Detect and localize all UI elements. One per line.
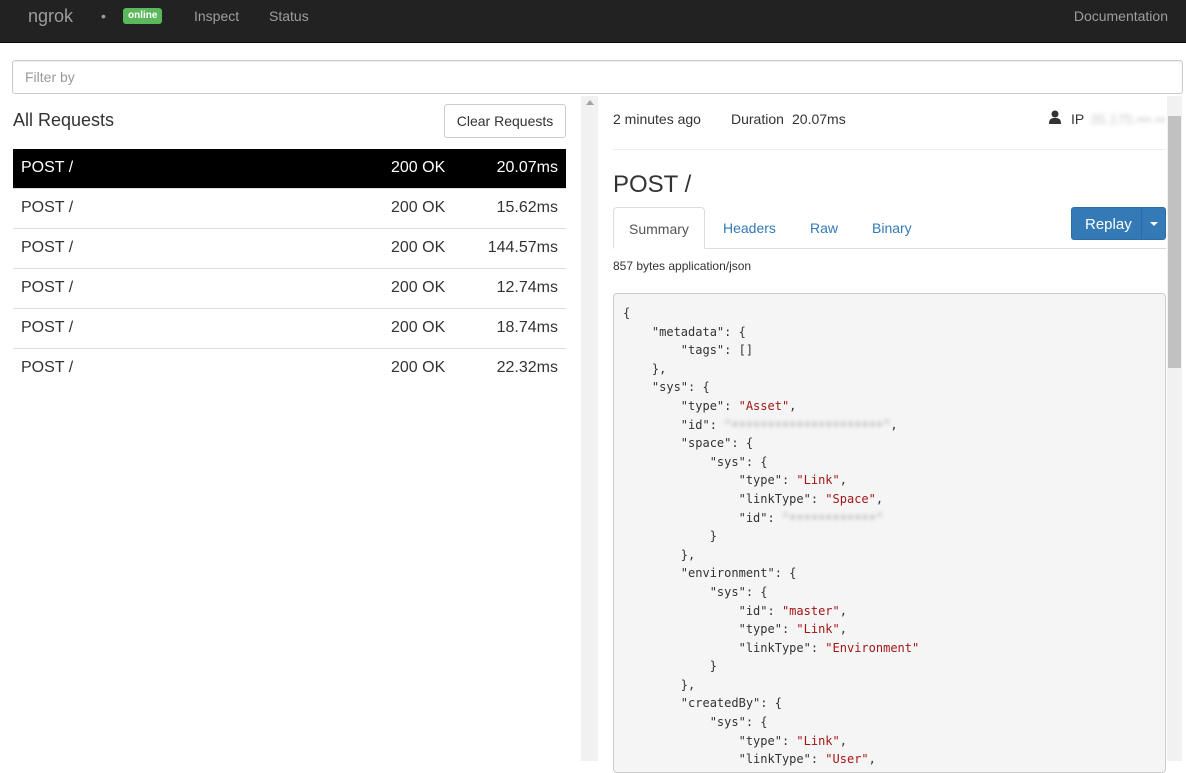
request-status: 200 OK <box>391 199 446 216</box>
replay-label: Replay <box>1085 216 1132 233</box>
request-title: POST / <box>613 171 692 198</box>
request-status: 200 OK <box>391 159 446 176</box>
filter-input[interactable] <box>12 60 1183 94</box>
ip-label: IP <box>1071 111 1085 127</box>
request-method: POST / <box>21 319 74 336</box>
json-line: "type": "Link", <box>623 622 847 637</box>
nav-link-inspect[interactable]: Inspect <box>194 8 239 24</box>
requests-table: POST / 200 OK 20.07ms POST / 200 OK 15.6… <box>13 149 566 388</box>
nav-link-documentation[interactable]: Documentation <box>1074 8 1168 24</box>
request-duration: 12.74ms <box>496 279 558 296</box>
json-line: "type": "Link", <box>623 733 847 748</box>
tab-binary[interactable]: Binary <box>857 207 927 249</box>
json-line: { <box>623 306 631 320</box>
body-summary: 857 bytes application/json <box>613 259 752 273</box>
json-line: }, <box>623 547 696 562</box>
all-requests-heading: All Requests <box>13 110 115 130</box>
request-method: POST / <box>21 239 74 256</box>
brand-logo[interactable]: ngrok <box>28 6 73 27</box>
request-status: 200 OK <box>391 239 446 256</box>
tab-raw[interactable]: Raw <box>795 207 853 249</box>
json-line: } <box>623 659 717 674</box>
nav-link-status[interactable]: Status <box>269 8 309 24</box>
request-duration: 18.74ms <box>496 319 558 336</box>
user-icon <box>1049 110 1061 124</box>
request-status: 200 OK <box>391 319 446 336</box>
json-line: "tags": [] <box>623 343 754 358</box>
json-line: "sys": { <box>623 584 768 599</box>
request-duration: 22.32ms <box>496 359 558 376</box>
right-panel-scrollbar[interactable] <box>1167 96 1182 761</box>
request-method: POST / <box>21 159 74 176</box>
left-panel-scrollbar[interactable] <box>581 96 598 761</box>
json-line: "sys": { <box>623 715 768 730</box>
caret-down-icon[interactable] <box>1150 222 1158 226</box>
json-line: "space": { <box>623 436 754 451</box>
nav-dot: • <box>101 8 106 24</box>
tab-headers[interactable]: Headers <box>708 207 791 249</box>
status-badge: online <box>123 8 163 24</box>
json-line: }, <box>623 677 696 692</box>
json-line: }, <box>623 361 667 376</box>
request-method: POST / <box>21 199 74 216</box>
json-line: } <box>623 529 717 544</box>
replay-separator <box>1141 208 1142 239</box>
request-method: POST / <box>21 359 74 376</box>
clear-requests-button[interactable]: Clear Requests <box>444 104 566 138</box>
json-line: "linkType": "Environment" <box>623 640 920 655</box>
table-row[interactable]: POST / 200 OK 20.07ms <box>13 149 566 188</box>
table-row[interactable]: POST / 200 OK 22.32ms <box>13 348 566 388</box>
request-method: POST / <box>21 279 74 296</box>
tab-summary[interactable]: Summary <box>613 207 705 249</box>
ip-value: 35.175.•••.••• <box>1090 111 1166 127</box>
json-line: "type": "Link", <box>623 473 847 488</box>
json-line: "linkType": "Space", <box>623 491 884 506</box>
json-line: "id": "••••••••••••" <box>623 510 884 525</box>
json-line: "id": "master", <box>623 603 847 618</box>
json-line: "sys": { <box>623 380 710 395</box>
json-line: "environment": { <box>623 566 797 581</box>
scroll-up-arrow-icon[interactable] <box>586 100 594 105</box>
json-line: "createdBy": { <box>623 696 782 711</box>
json-line: "id": "•••••••••••••••••••••", <box>623 417 898 432</box>
request-duration: 144.57ms <box>487 239 558 256</box>
json-body: { "metadata": { "tags": [] }, "sys": { "… <box>613 293 1166 773</box>
request-duration: 20.07ms <box>496 159 558 176</box>
request-time-ago: 2 minutes ago <box>613 111 701 127</box>
request-duration: 15.62ms <box>496 199 558 216</box>
table-row[interactable]: POST / 200 OK 15.62ms <box>13 188 566 228</box>
divider-line <box>613 149 1166 150</box>
table-row[interactable]: POST / 200 OK 18.74ms <box>13 308 566 348</box>
json-line: "metadata": { <box>623 324 746 339</box>
scrollbar-thumb[interactable] <box>1168 116 1181 368</box>
json-line: "linkType": "User", <box>623 752 876 767</box>
duration-value: 20.07ms <box>792 111 846 127</box>
table-row[interactable]: POST / 200 OK 12.74ms <box>13 268 566 308</box>
navbar: ngrok • online Inspect Status Documentat… <box>0 0 1186 43</box>
json-line: "type": "Asset", <box>623 398 797 413</box>
table-row[interactable]: POST / 200 OK 144.57ms <box>13 228 566 268</box>
request-status: 200 OK <box>391 279 446 296</box>
duration-label: Duration <box>731 111 784 127</box>
replay-button[interactable]: Replay <box>1071 207 1166 240</box>
json-line: "sys": { <box>623 454 768 469</box>
request-status: 200 OK <box>391 359 446 376</box>
